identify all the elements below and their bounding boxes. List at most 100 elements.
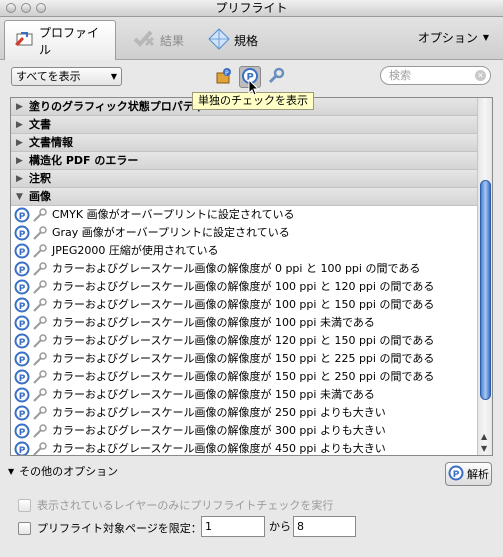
check-label: カラーおよびグレースケール画像の解像度が 100 ppi と 120 ppi の… xyxy=(52,280,435,293)
group-row[interactable]: ▶ 文書 xyxy=(11,116,492,134)
more-options-label: その他のオプション xyxy=(19,465,119,478)
tab-profile[interactable]: プロファイル xyxy=(4,20,116,60)
minimize-window-button[interactable] xyxy=(21,3,31,13)
scroll-up-icon[interactable]: ▲ xyxy=(481,432,487,441)
svg-text:P: P xyxy=(19,428,26,438)
check-label: カラーおよびグレースケール画像の解像度が 0 ppi と 100 ppi の間で… xyxy=(52,262,421,275)
tab-results[interactable]: 結果 xyxy=(124,20,194,60)
checkbox-box[interactable] xyxy=(18,498,31,512)
chevron-down-icon: ▼ xyxy=(482,33,489,42)
wrench-icon xyxy=(267,67,285,88)
results-icon xyxy=(132,29,156,52)
check-label: カラーおよびグレースケール画像の解像度が 100 ppi と 150 ppi の… xyxy=(52,298,435,311)
check-label: JPEG2000 圧縮が使用されている xyxy=(52,244,219,257)
check-label: CMYK 画像がオーバープリントに設定されている xyxy=(52,208,295,221)
disclosure-down-icon: ▼ xyxy=(8,466,15,476)
title-bar: プリフライト xyxy=(0,0,503,17)
page-from-input[interactable]: 1 xyxy=(201,516,265,537)
disclosure-down-icon[interactable]: ▼ xyxy=(16,188,23,206)
preflight-check-icon: P xyxy=(14,441,30,455)
svg-text:P: P xyxy=(19,302,26,312)
check-label: カラーおよびグレースケール画像の解像度が 150 ppi と 225 ppi の… xyxy=(52,352,435,365)
page-range-label: プリフライト対象ページを限定： xyxy=(37,522,202,535)
more-options-toggle[interactable]: ▼ その他のオプション xyxy=(8,463,118,479)
clear-search-icon[interactable]: ✕ xyxy=(475,70,486,81)
wrench-icon xyxy=(32,441,48,455)
check-list-item[interactable]: P カラーおよびグレースケール画像の解像度が 250 ppi よりも大きい xyxy=(11,404,492,422)
check-label: カラーおよびグレースケール画像の解像度が 100 ppi 未満である xyxy=(52,316,375,329)
svg-text:P: P xyxy=(225,70,229,77)
group-row[interactable]: ▶ 注釈 xyxy=(11,170,492,188)
chevron-down-icon: ▼ xyxy=(110,72,117,81)
check-list-item[interactable]: P カラーおよびグレースケール画像の解像度が 150 ppi と 225 ppi … xyxy=(11,350,492,368)
checkbox-box[interactable] xyxy=(18,521,31,535)
check-list-item[interactable]: P カラーおよびグレースケール画像の解像度が 300 ppi よりも大きい xyxy=(11,422,492,440)
check-list-item[interactable]: P JPEG2000 圧縮が使用されている xyxy=(11,242,492,260)
checks-list[interactable]: ▶ 塗りのグラフィック状態プロパティ ▶ 文書 ▶ 文書情報 ▶ 構造化 PDF のエラ… xyxy=(10,97,493,456)
options-menu-button[interactable]: オプション ▼ xyxy=(418,29,489,46)
tab-results-label: 結果 xyxy=(160,33,185,48)
tab-standards[interactable]: 規格 xyxy=(200,20,270,60)
folder-group-icon: P xyxy=(215,67,233,88)
group-row-expanded[interactable]: ▼ 画像 xyxy=(11,188,492,206)
window-controls xyxy=(6,3,46,13)
scroll-down-icon[interactable]: ▼ xyxy=(481,444,487,453)
svg-text:P: P xyxy=(19,248,26,258)
disclosure-right-icon[interactable]: ▶ xyxy=(16,152,23,170)
group-label: 文書 xyxy=(29,118,51,131)
disclosure-right-icon[interactable]: ▶ xyxy=(16,170,23,188)
mouse-cursor-icon xyxy=(248,78,260,99)
check-list-item[interactable]: P カラーおよびグレースケール画像の解像度が 100 ppi 未満である xyxy=(11,314,492,332)
check-list-item[interactable]: P カラーおよびグレースケール画像の解像度が 120 ppi と 150 ppi … xyxy=(11,332,492,350)
disclosure-right-icon[interactable]: ▶ xyxy=(16,116,23,134)
group-label: 注釈 xyxy=(29,172,51,185)
profile-icon xyxy=(13,29,35,52)
group-label: 画像 xyxy=(29,190,51,203)
options-label: オプション xyxy=(417,31,478,45)
show-groups-button[interactable]: P xyxy=(213,66,235,88)
check-label: カラーおよびグレースケール画像の解像度が 150 ppi 未満である xyxy=(52,388,375,401)
analyze-label: 解析 xyxy=(467,468,489,481)
close-window-button[interactable] xyxy=(6,3,16,13)
zoom-window-button[interactable] xyxy=(36,3,46,13)
search-placeholder: 検索 xyxy=(389,69,411,82)
check-list-item[interactable]: P カラーおよびグレースケール画像の解像度が 100 ppi と 120 ppi … xyxy=(11,278,492,296)
page-to-label: から xyxy=(269,520,291,533)
filter-select[interactable]: すべてを表示 ▼ xyxy=(11,67,122,86)
check-list-item[interactable]: P カラーおよびグレースケール画像の解像度が 150 ppi 未満である xyxy=(11,386,492,404)
check-list-item[interactable]: P カラーおよびグレースケール画像の解像度が 0 ppi と 100 ppi の間… xyxy=(11,260,492,278)
page-to-input[interactable]: 8 xyxy=(293,516,356,537)
analyze-button[interactable]: P 解析 xyxy=(445,462,492,486)
group-label: 塗りのグラフィック状態プロパティ xyxy=(29,100,205,113)
group-label: 文書情報 xyxy=(29,136,73,149)
svg-text:P: P xyxy=(453,470,460,480)
check-label: Gray 画像がオーバープリントに設定されている xyxy=(52,226,290,239)
scrollbar-thumb[interactable] xyxy=(480,180,491,400)
svg-text:P: P xyxy=(19,230,26,240)
show-fixups-button[interactable] xyxy=(265,66,287,88)
check-list-item[interactable]: P カラーおよびグレースケール画像の解像度が 150 ppi と 250 ppi … xyxy=(11,368,492,386)
search-input[interactable]: 検索 ✕ xyxy=(380,66,491,85)
check-list-item[interactable]: P カラーおよびグレースケール画像の解像度が 100 ppi と 150 ppi … xyxy=(11,296,492,314)
svg-text:P: P xyxy=(19,212,26,222)
check-list-item[interactable]: P CMYK 画像がオーバープリントに設定されている xyxy=(11,206,492,224)
check-list-item[interactable]: P カラーおよびグレースケール画像の解像度が 450 ppi よりも大きい xyxy=(11,440,492,455)
page-range-checkbox[interactable]: プリフライト対象ページを限定： xyxy=(18,520,202,536)
disclosure-right-icon[interactable]: ▶ xyxy=(16,98,23,116)
svg-text:P: P xyxy=(19,410,26,420)
svg-text:P: P xyxy=(19,320,26,330)
svg-text:P: P xyxy=(19,284,26,294)
group-row[interactable]: ▶ 構造化 PDF のエラー xyxy=(11,152,492,170)
check-label: カラーおよびグレースケール画像の解像度が 250 ppi よりも大きい xyxy=(52,406,386,419)
svg-text:P: P xyxy=(19,392,26,402)
visible-layers-checkbox[interactable]: 表示されているレイヤーのみにプリフライトチェックを実行 xyxy=(18,497,333,513)
svg-text:P: P xyxy=(19,356,26,366)
svg-text:P: P xyxy=(19,338,26,348)
toolbar: プロファイル 結果 規格 オプション ▼ xyxy=(0,17,503,60)
disclosure-right-icon[interactable]: ▶ xyxy=(16,134,23,152)
group-row[interactable]: ▶ 文書情報 xyxy=(11,134,492,152)
vertical-scrollbar[interactable]: ▲ ▼ xyxy=(477,98,492,455)
tab-profile-label: プロファイル xyxy=(39,25,100,57)
check-list-item[interactable]: P Gray 画像がオーバープリントに設定されている xyxy=(11,224,492,242)
check-label: カラーおよびグレースケール画像の解像度が 150 ppi と 250 ppi の… xyxy=(52,370,435,383)
